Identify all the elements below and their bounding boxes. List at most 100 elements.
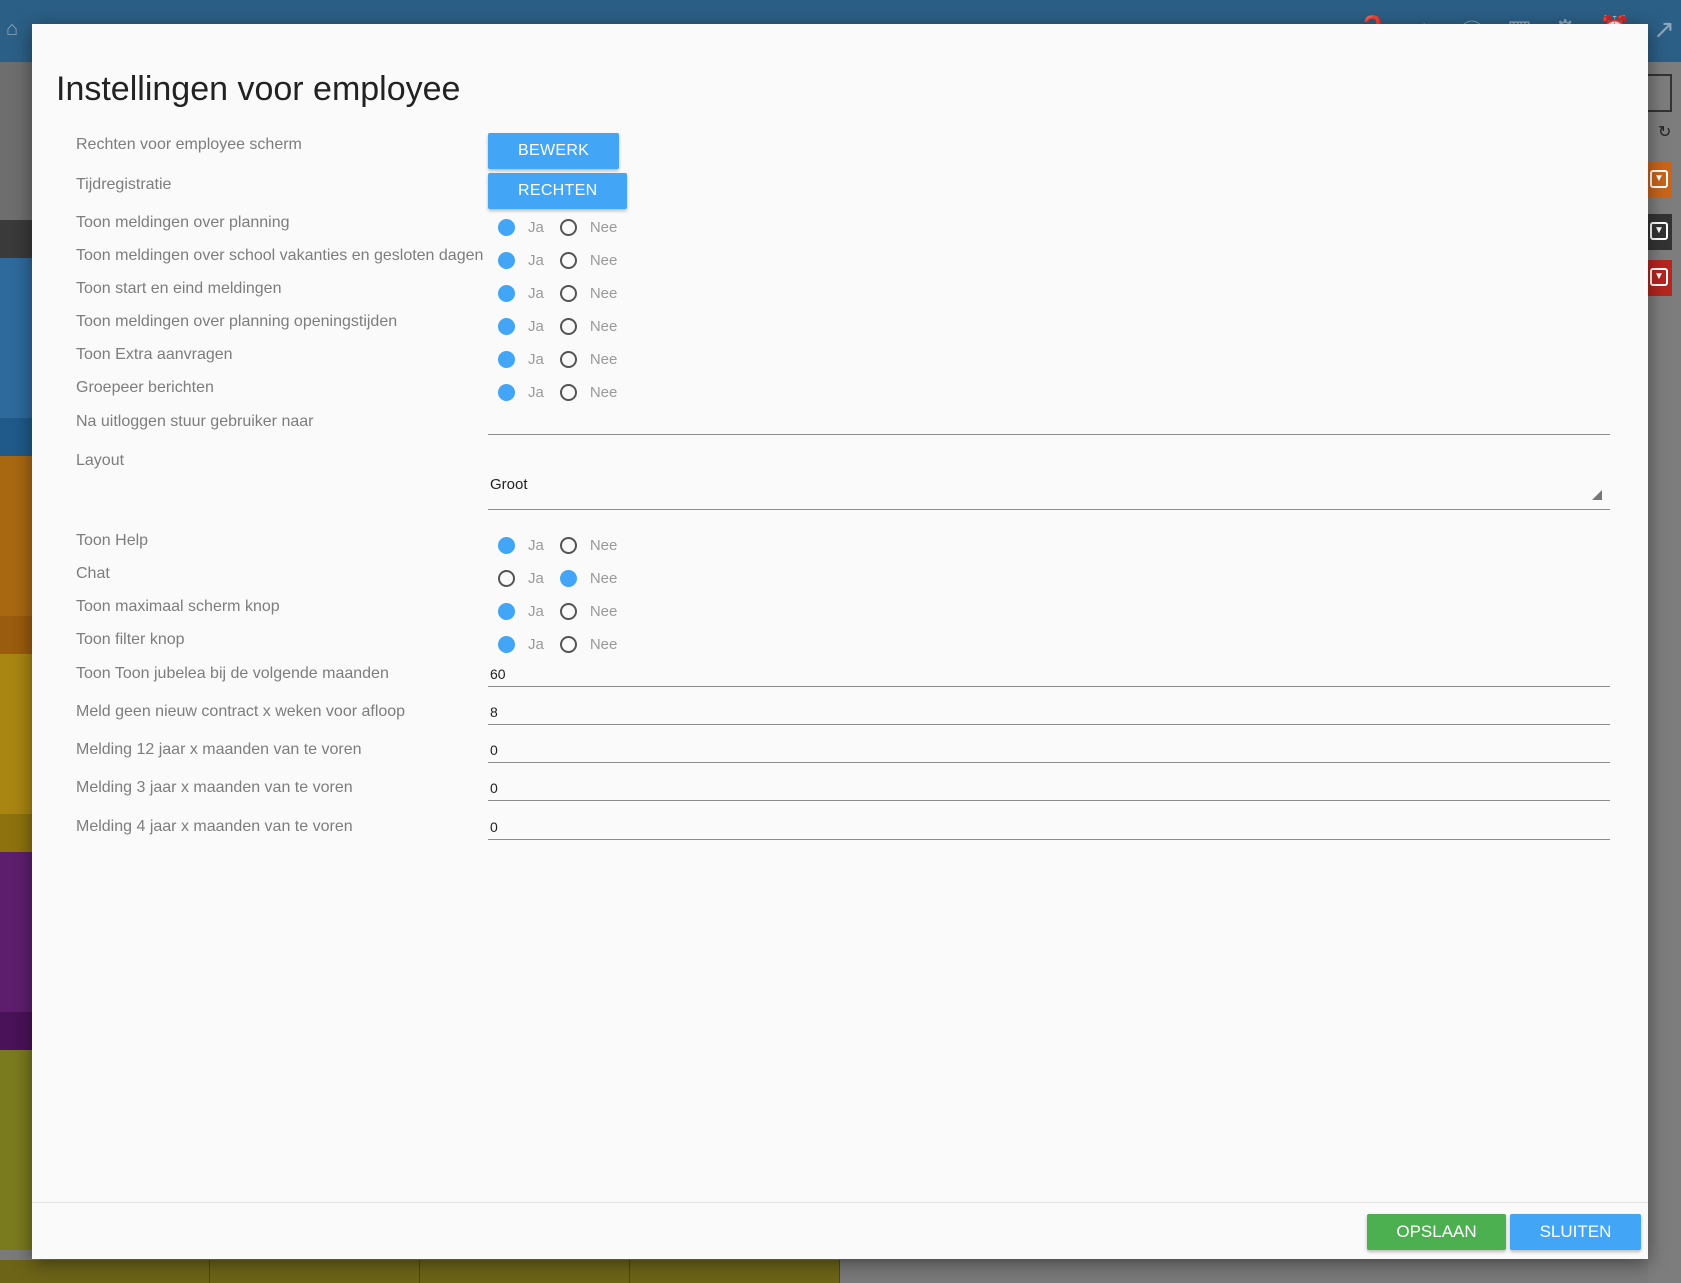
- close-button[interactable]: SLUITEN: [1510, 1214, 1641, 1250]
- radio-yes[interactable]: Ja: [498, 317, 544, 335]
- dropdown-tag-dark[interactable]: ▼: [1648, 214, 1672, 250]
- number-setting-label: Meld geen nieuw contract x weken voor af…: [76, 703, 406, 720]
- setting-label: Toon meldingen over planning openingstij…: [76, 313, 398, 330]
- radio-no-label: Nee: [589, 602, 618, 620]
- radio-yes-label: Ja: [528, 284, 544, 302]
- strip-block: [0, 616, 32, 654]
- app-right-strip: ↻ ▼ ▼ ▼: [1648, 62, 1681, 1283]
- time-rights-button[interactable]: RECHTEN: [488, 173, 628, 209]
- settings-dialog: Instellingen voor employee Rechten voor …: [32, 24, 1648, 1259]
- radio-no[interactable]: Nee: [559, 383, 617, 401]
- radio-no[interactable]: Nee: [559, 251, 618, 269]
- radio-no-label: Nee: [589, 350, 618, 368]
- radio-no-circle[interactable]: [559, 536, 577, 554]
- yes-no-radio-group: Ja Nee: [498, 282, 617, 304]
- dropdown-tag-orange[interactable]: ▼: [1648, 162, 1672, 198]
- radio-yes[interactable]: Ja: [498, 284, 544, 302]
- radio-yes-circle[interactable]: [498, 536, 515, 554]
- yes-no-radio-group: Ja Nee: [498, 534, 617, 556]
- radio-no[interactable]: Nee: [559, 284, 618, 302]
- external-link-icon[interactable]: ↗: [1653, 14, 1675, 51]
- radio-no-circle[interactable]: [559, 284, 577, 302]
- chevron-down-icon: ▼: [1650, 170, 1668, 188]
- radio-no[interactable]: Nee: [559, 350, 618, 368]
- radio-no-label: Nee: [589, 284, 618, 302]
- radio-yes[interactable]: Ja: [498, 218, 544, 236]
- number-setting-input[interactable]: 0: [488, 742, 1610, 763]
- radio-no-label: Nee: [589, 251, 618, 269]
- radio-yes-circle[interactable]: [498, 602, 515, 620]
- radio-no-circle[interactable]: [559, 602, 577, 620]
- strip-block: [0, 62, 32, 220]
- time-registration-row: Tijdregistratie: [32, 148, 1648, 193]
- dialog-title: Instellingen voor employee: [56, 70, 461, 108]
- yes-no-radio-group: Ja Nee: [498, 315, 617, 337]
- radio-no-label: Nee: [589, 536, 618, 554]
- number-setting-label: Melding 3 jaar x maanden van te voren: [76, 779, 353, 796]
- search-box[interactable]: [1648, 74, 1672, 112]
- number-setting-input[interactable]: 60: [488, 666, 1610, 687]
- dropdown-tag-red[interactable]: ▼: [1648, 260, 1672, 296]
- radio-yes-label: Ja: [528, 350, 544, 368]
- radio-yes[interactable]: Ja: [498, 536, 544, 554]
- setting-label: Toon meldingen over school vakanties en …: [76, 247, 484, 264]
- radio-no[interactable]: Nee: [559, 317, 617, 335]
- number-setting-input[interactable]: 0: [488, 780, 1610, 801]
- setting-label: Toon start en eind meldingen: [76, 280, 282, 297]
- setting-row: Toon Help Ja Nee: [32, 532, 1648, 566]
- logout-redirect-input[interactable]: [488, 414, 1610, 435]
- time-registration-label: Tijdregistratie: [76, 176, 172, 193]
- yes-no-radio-group: Ja Nee: [498, 249, 617, 271]
- radio-no[interactable]: Nee: [559, 218, 617, 236]
- radio-yes[interactable]: Ja: [498, 602, 544, 620]
- layout-label: Layout: [76, 452, 125, 469]
- radio-no-circle[interactable]: [559, 569, 577, 587]
- radio-no-circle[interactable]: [559, 383, 577, 401]
- radio-no-circle[interactable]: [559, 317, 577, 335]
- setting-row: Toon meldingen over school vakanties en …: [32, 247, 1648, 281]
- strip-block: [0, 220, 32, 258]
- setting-row: Toon Extra aanvragen Ja Nee: [32, 346, 1648, 380]
- radio-yes-circle[interactable]: [498, 251, 515, 269]
- refresh-icon[interactable]: ↻: [1658, 122, 1671, 142]
- number-setting-input[interactable]: 8: [488, 704, 1610, 725]
- radio-no-circle[interactable]: [559, 218, 577, 236]
- layout-select[interactable]: Groot: [488, 476, 1610, 510]
- setting-label: Toon filter knop: [76, 631, 185, 648]
- strip-block: [0, 814, 32, 852]
- save-button[interactable]: OPSLAAN: [1367, 1214, 1506, 1250]
- app-left-strip: [0, 62, 32, 1283]
- radio-yes-label: Ja: [528, 317, 544, 335]
- radio-yes-circle[interactable]: [498, 317, 515, 335]
- radio-yes-label: Ja: [528, 218, 544, 236]
- radio-yes-circle[interactable]: [498, 383, 515, 401]
- radio-yes-circle[interactable]: [498, 284, 515, 302]
- radio-no[interactable]: Nee: [559, 536, 618, 554]
- setting-row: Toon meldingen over planning openingstij…: [32, 313, 1648, 347]
- setting-row: Chat Ja Nee: [32, 565, 1648, 599]
- radio-yes[interactable]: Ja: [498, 350, 544, 368]
- setting-label: Toon maximaal scherm knop: [76, 598, 280, 615]
- radio-no-circle[interactable]: [559, 635, 577, 653]
- radio-no-circle[interactable]: [559, 350, 577, 368]
- number-setting-input[interactable]: 0: [488, 819, 1610, 840]
- radio-yes[interactable]: Ja: [498, 635, 544, 653]
- setting-label: Toon Help: [76, 532, 149, 549]
- radio-no[interactable]: Nee: [559, 635, 617, 653]
- radio-yes-circle[interactable]: [498, 350, 515, 368]
- setting-label: Chat: [76, 565, 110, 582]
- radio-yes[interactable]: Ja: [498, 569, 544, 587]
- radio-yes-label: Ja: [528, 251, 544, 269]
- radio-no-circle[interactable]: [559, 251, 577, 269]
- home-icon[interactable]: ⌂: [6, 18, 18, 41]
- radio-yes-circle[interactable]: [498, 218, 515, 236]
- radio-yes[interactable]: Ja: [498, 383, 544, 401]
- number-setting-label: Toon Toon jubelea bij de volgende maande…: [76, 665, 389, 682]
- radio-yes-circle[interactable]: [498, 635, 515, 653]
- radio-no[interactable]: Nee: [559, 569, 617, 587]
- radio-no[interactable]: Nee: [559, 602, 618, 620]
- strip-block: [0, 258, 32, 418]
- radio-yes[interactable]: Ja: [498, 251, 544, 269]
- radio-yes-circle[interactable]: [498, 569, 515, 587]
- app-bottom-strip: [0, 1260, 840, 1283]
